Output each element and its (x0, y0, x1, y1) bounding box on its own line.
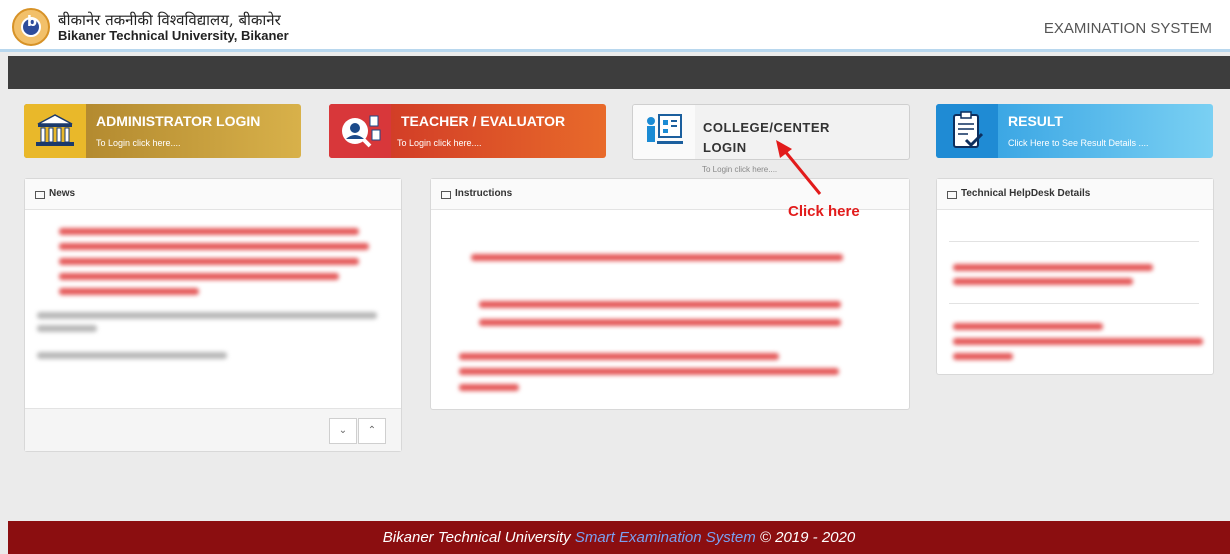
nav-bar (8, 56, 1230, 89)
panel-header: Technical HelpDesk Details (937, 179, 1213, 210)
list-icon (947, 191, 957, 199)
university-name-english: Bikaner Technical University, Bikaner (58, 28, 289, 43)
footer-copyright: © 2019 - 2020 (755, 529, 856, 546)
card-title: ADMINISTRATOR LOGIN (96, 113, 261, 129)
click-here-annotation: Click here (788, 203, 860, 220)
header: b बीकानेर तकनीकी विश्वविद्यालय, बीकानेर … (0, 0, 1230, 52)
footer-system-name: Smart Examination System (574, 529, 756, 546)
card-subtitle: To Login click here.... (397, 138, 482, 148)
card-subtitle: To Login click here.... (96, 138, 181, 148)
panel-title: News (49, 188, 76, 199)
presentation-board-icon (633, 105, 695, 159)
scroll-up-button[interactable]: ⌃ (358, 418, 386, 444)
university-logo: b (12, 8, 50, 46)
building-icon (24, 104, 86, 158)
clipboard-check-icon (936, 104, 998, 158)
panel-title: Instructions (455, 188, 513, 199)
administrator-login-card[interactable]: ADMINISTRATOR LOGIN To Login click here.… (24, 104, 301, 158)
card-subtitle: Click Here to See Result Details .... (1008, 138, 1149, 148)
teacher-evaluator-card[interactable]: TEACHER / EVALUATOR To Login click here.… (329, 104, 606, 158)
list-icon (35, 191, 45, 199)
footer-university: Bikaner Technical University (382, 529, 575, 546)
panel-title: Technical HelpDesk Details (961, 188, 1091, 199)
card-title: TEACHER / EVALUATOR (401, 113, 566, 129)
technical-helpdesk-panel: Technical HelpDesk Details (936, 178, 1214, 375)
list-icon (441, 191, 451, 199)
scroll-down-button[interactable]: ⌄ (329, 418, 357, 444)
red-arrow-icon (776, 140, 822, 195)
panel-footer: ⌄ ⌃ (25, 408, 401, 451)
news-panel: News ⌄ ⌃ (24, 178, 402, 452)
university-name-hindi: बीकानेर तकनीकी विश्वविद्यालय, बीकानेर (58, 11, 281, 29)
user-search-icon (329, 104, 391, 158)
footer: Bikaner Technical University Smart Exami… (8, 521, 1230, 554)
card-title: RESULT (1008, 113, 1063, 129)
panel-header: News (25, 179, 401, 210)
result-card[interactable]: RESULT Click Here to See Result Details … (936, 104, 1213, 158)
system-title: EXAMINATION SYSTEM (1043, 20, 1212, 37)
